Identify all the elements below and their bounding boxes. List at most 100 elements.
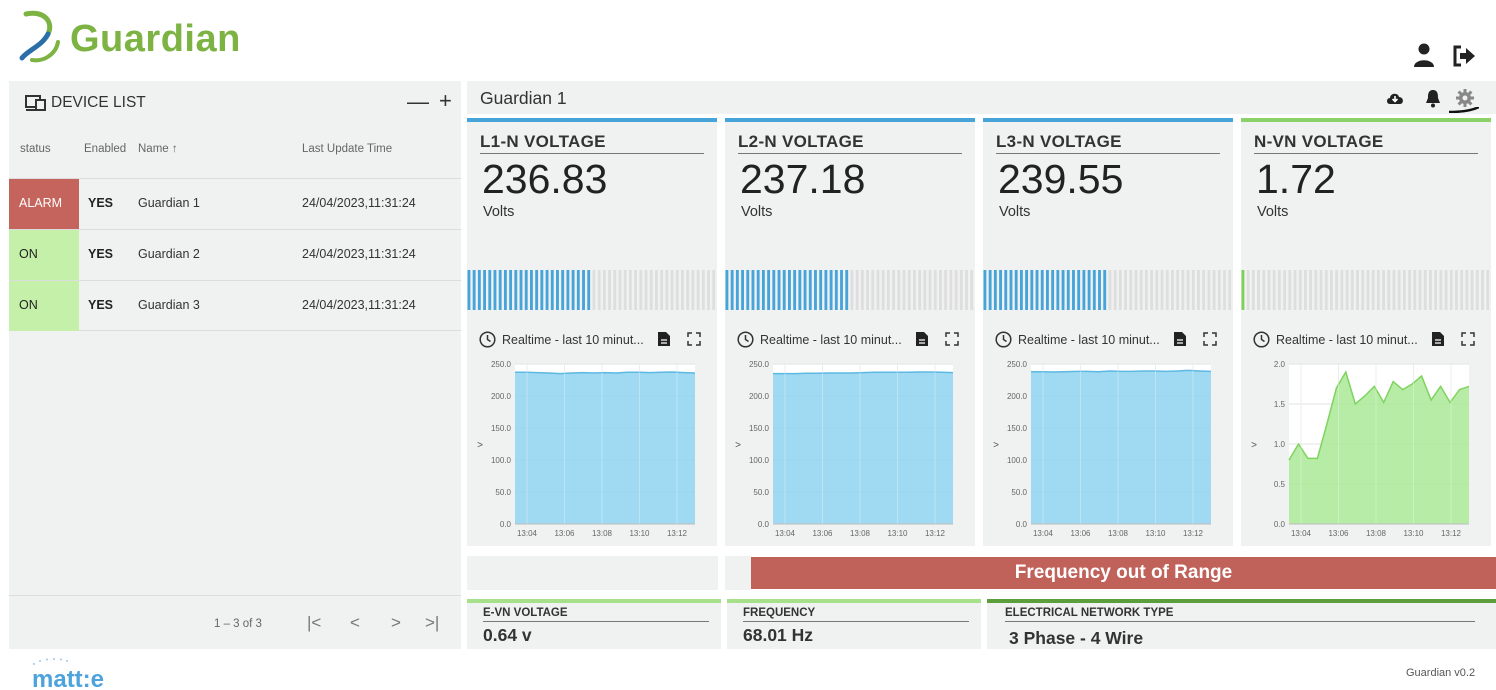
gauge-segment-filled bbox=[483, 270, 486, 310]
export-document-icon[interactable] bbox=[1173, 331, 1187, 347]
gauge-segment-filled bbox=[1098, 270, 1101, 310]
collapse-button[interactable]: — bbox=[407, 89, 429, 115]
y-tick-label: 0.0 bbox=[1016, 520, 1028, 529]
column-header-status[interactable]: status bbox=[20, 143, 51, 155]
export-document-icon[interactable] bbox=[657, 331, 671, 347]
gauge-segment-empty bbox=[1288, 270, 1292, 310]
gauge-segment-filled bbox=[829, 270, 833, 310]
gauge-segment-filled bbox=[1019, 270, 1023, 310]
gauge-segment-empty bbox=[918, 270, 922, 310]
x-tick-label: 13:06 bbox=[1328, 529, 1349, 538]
y-axis-label: > bbox=[735, 440, 741, 451]
gauge-segment-empty bbox=[675, 270, 679, 310]
info-divider bbox=[1005, 621, 1475, 622]
gear-icon[interactable] bbox=[1455, 88, 1475, 108]
gauge-segment-filled bbox=[746, 270, 750, 310]
gauge-segment-empty bbox=[655, 270, 658, 310]
gauge-segment-empty bbox=[897, 270, 901, 310]
gauge-segment-filled bbox=[725, 270, 729, 310]
gauge-segment-empty bbox=[1402, 270, 1406, 310]
time-range-label[interactable]: Realtime - last 10 minut... bbox=[1018, 333, 1160, 347]
time-range-label[interactable]: Realtime - last 10 minut... bbox=[1276, 333, 1418, 347]
last-page-button[interactable]: >| bbox=[425, 613, 439, 633]
gauge-segment-empty bbox=[608, 270, 611, 310]
gauge-segment-empty bbox=[1387, 270, 1391, 310]
gauge-segment-empty bbox=[665, 270, 669, 310]
gauge-segment-filled bbox=[803, 270, 807, 310]
time-range-label[interactable]: Realtime - last 10 minut... bbox=[760, 333, 902, 347]
gauge-segment-empty bbox=[597, 270, 601, 310]
clock-icon bbox=[1253, 331, 1270, 348]
fullscreen-icon[interactable] bbox=[1203, 332, 1217, 346]
column-header-name[interactable]: Name ↑ bbox=[138, 143, 178, 155]
previous-page-button[interactable]: < bbox=[350, 613, 360, 633]
voltage-gauge bbox=[467, 270, 716, 310]
column-header-last-update[interactable]: Last Update Time bbox=[302, 143, 392, 155]
gauge-segment-filled bbox=[808, 270, 812, 310]
gauge-segment-empty bbox=[860, 270, 864, 310]
voltage-gauge bbox=[1241, 270, 1490, 310]
gauge-segment-empty bbox=[670, 270, 674, 310]
gauge-segment-filled bbox=[587, 270, 591, 310]
gauge-segment-filled bbox=[1035, 270, 1039, 310]
time-range-label[interactable]: Realtime - last 10 minut... bbox=[502, 333, 644, 347]
y-tick-label: 150.0 bbox=[1007, 424, 1028, 433]
voltage-card-l2: L2-N VOLTAGE 237.18 Volts Realtime - las… bbox=[725, 118, 975, 546]
gauge-segment-empty bbox=[592, 270, 596, 310]
gauge-segment-filled bbox=[793, 270, 797, 310]
gauge-segment-filled bbox=[1077, 270, 1081, 310]
voltage-card-n-vn: N-VN VOLTAGE 1.72 Volts Realtime - last … bbox=[1241, 118, 1491, 546]
next-page-button[interactable]: > bbox=[391, 613, 401, 633]
gauge-segment-empty bbox=[1293, 270, 1297, 310]
gauge-segment-empty bbox=[602, 270, 606, 310]
title-divider bbox=[996, 153, 1220, 154]
user-icon[interactable] bbox=[1413, 43, 1435, 67]
logout-icon[interactable] bbox=[1452, 45, 1476, 67]
column-header-enabled[interactable]: Enabled bbox=[84, 143, 126, 155]
gauge-segment-empty bbox=[892, 270, 896, 310]
gauge-segment-filled bbox=[493, 270, 497, 310]
voltage-history-chart: 0.0 50.0 100.0 150.0 200.0 250.0 13:04 13:06 13:… bbox=[735, 360, 954, 538]
alert-spacer bbox=[725, 556, 751, 590]
gauge-segment-empty bbox=[1314, 270, 1318, 310]
gauge-segment-filled bbox=[1009, 270, 1013, 310]
gauge-segment-empty bbox=[1139, 270, 1143, 310]
fullscreen-icon[interactable] bbox=[1461, 332, 1475, 346]
gauge-segment-empty bbox=[1267, 270, 1271, 310]
gauge-segment-empty bbox=[686, 270, 690, 310]
device-list-panel: DEVICE LIST — + status Enabled Name ↑ La… bbox=[9, 81, 461, 649]
device-name-cell: Guardian 3 bbox=[138, 298, 200, 312]
gauge-segment-filled bbox=[814, 270, 817, 310]
table-row[interactable]: ON YES Guardian 3 24/04/2023,11:31:24 bbox=[9, 280, 461, 331]
fullscreen-icon[interactable] bbox=[687, 332, 701, 346]
gauge-segment-filled bbox=[488, 270, 492, 310]
gauge-segment-empty bbox=[1262, 270, 1266, 310]
gauge-segment-filled bbox=[988, 270, 992, 310]
info-value: 3 Phase - 4 Wire bbox=[1009, 628, 1144, 648]
x-tick-label: 13:10 bbox=[1145, 529, 1166, 538]
export-document-icon[interactable] bbox=[915, 331, 929, 347]
bell-icon[interactable] bbox=[1423, 88, 1443, 108]
gauge-segment-empty bbox=[1144, 270, 1148, 310]
gauge-segment-filled bbox=[571, 270, 575, 310]
y-axis-label: > bbox=[1251, 440, 1257, 451]
x-tick-label: 13:06 bbox=[812, 529, 833, 538]
gauge-segment-empty bbox=[1470, 270, 1474, 310]
y-tick-label: 2.0 bbox=[1274, 360, 1286, 369]
first-page-button[interactable]: |< bbox=[307, 613, 321, 633]
table-row[interactable]: ON YES Guardian 2 24/04/2023,11:31:24 bbox=[9, 229, 461, 280]
x-tick-label: 13:08 bbox=[850, 529, 871, 538]
gauge-segment-empty bbox=[1186, 270, 1190, 310]
add-device-button[interactable]: + bbox=[439, 88, 452, 114]
table-row[interactable]: ALARM YES Guardian 1 24/04/2023,11:31:24 bbox=[9, 178, 461, 229]
enabled-cell: YES bbox=[88, 196, 114, 210]
export-document-icon[interactable] bbox=[1431, 331, 1445, 347]
realtime-controls: Realtime - last 10 minut... bbox=[479, 330, 705, 350]
gauge-segment-empty bbox=[1366, 270, 1370, 310]
gauge-segment-empty bbox=[701, 270, 705, 310]
gauge-segment-empty bbox=[907, 270, 911, 310]
fullscreen-icon[interactable] bbox=[945, 332, 959, 346]
cloud-download-icon[interactable] bbox=[1385, 88, 1405, 108]
gauge-segment-empty bbox=[1191, 270, 1195, 310]
gauge-segment-filled bbox=[1082, 270, 1086, 310]
